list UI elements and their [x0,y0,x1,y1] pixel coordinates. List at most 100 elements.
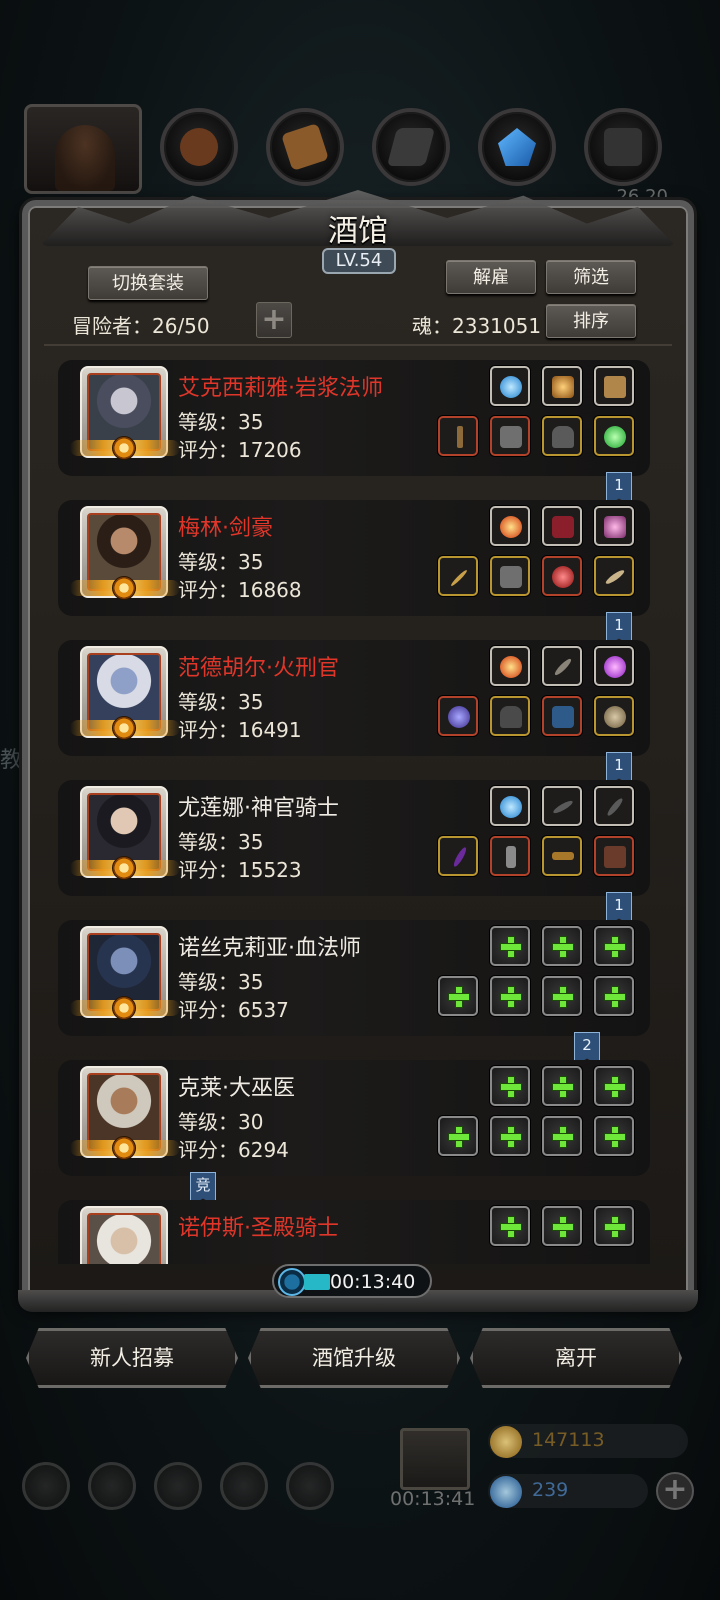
tab-ingots[interactable] [372,108,450,186]
helmet-slot[interactable] [490,696,530,736]
adventurer-count: 冒险者：26/50 [72,314,210,338]
hero-portrait[interactable] [80,1206,168,1264]
add-plus-icon [500,1076,522,1098]
potion-slot[interactable] [490,836,530,876]
hud-settings-icon[interactable] [22,1462,70,1510]
armor-slot[interactable] [490,416,530,456]
iron-block-icon [604,128,642,166]
lantern-slot[interactable] [542,366,582,406]
hero-row[interactable]: 诺伊斯·圣殿骑士 [58,1200,650,1264]
helmet-icon [552,426,574,448]
hud-map-icon[interactable] [286,1462,334,1510]
weapon-slot[interactable] [438,416,478,456]
tab-materials[interactable] [266,108,344,186]
eye-relic-slot[interactable] [542,556,582,596]
blue-orb-icon [500,796,522,818]
fire-orb-slot[interactable] [490,646,530,686]
filter-button[interactable]: 筛选 [546,260,636,294]
vial-icon [506,846,516,868]
empty-slot-add-button[interactable] [542,1116,582,1156]
fire-orb-slot[interactable] [490,506,530,546]
gift-box-icon[interactable] [400,1428,470,1490]
sort-button[interactable]: 排序 [546,304,636,338]
tab-crystals[interactable] [478,108,556,186]
hud-mail-icon[interactable] [220,1462,268,1510]
gauntlet-slot[interactable] [542,506,582,546]
wood-planks-icon [281,123,329,171]
hero-row[interactable]: 克莱·大巫医 等级：30 评分：6294 [58,1060,650,1176]
empty-slot-add-button[interactable] [490,1116,530,1156]
upgrade-tavern-button[interactable]: 酒馆升级 [248,1328,460,1388]
orb-accessory-slot[interactable] [490,366,530,406]
ring-slot[interactable] [594,696,634,736]
hero-list[interactable]: 艾克西莉雅·岩浆法师 等级：35 评分：17206 1 梅林·剑豪 等级：35 … [58,354,658,1264]
lantern-slot[interactable] [594,506,634,546]
add-plus-icon [604,1076,626,1098]
tab-forge[interactable] [160,108,238,186]
crossbow-slot[interactable] [542,786,582,826]
hero-row[interactable]: 诺丝克莉亚·血法师 等级：35 评分：6537 [58,920,650,1036]
scroll-slot[interactable] [594,366,634,406]
recruit-button[interactable]: 新人招募 [26,1328,238,1388]
add-resource-button[interactable]: + [656,1472,694,1510]
empty-slot-add-button[interactable] [490,1206,530,1246]
empty-slot-add-button[interactable] [542,976,582,1016]
panel-title: 酒馆 [328,214,388,249]
empty-slot-add-button[interactable] [542,1066,582,1106]
empty-slot-add-button[interactable] [594,926,634,966]
hero-row[interactable]: 艾克西莉雅·岩浆法师 等级：35 评分：17206 [58,360,650,476]
blue-orb-icon [500,376,522,398]
hero-name: 尤莲娜·神官骑士 [178,796,339,821]
gauntlet-slot[interactable] [542,696,582,736]
hero-row[interactable]: 范德胡尔·火刑官 等级：35 评分：16491 [58,640,650,756]
add-adventurer-slot-button[interactable]: + [256,302,292,338]
weapon-slot[interactable] [438,836,478,876]
bone-relic-slot[interactable] [594,556,634,596]
helmet-slot[interactable] [542,416,582,456]
green-gem-icon [604,426,626,448]
category-tabs: 26 20 [24,104,696,207]
crystal-slot[interactable] [594,646,634,686]
empty-slot-add-button[interactable] [438,1116,478,1156]
belt-icon [552,852,574,860]
orb-accessory-slot[interactable] [490,786,530,826]
hero-score: 评分：16491 [178,718,302,742]
hero-row[interactable]: 梅林·剑豪 等级：35 评分：16868 [58,500,650,616]
weapon-slot[interactable] [438,696,478,736]
belt-slot[interactable] [542,836,582,876]
mace-slot[interactable] [542,646,582,686]
hud-achievement-icon[interactable] [88,1462,136,1510]
dismiss-button[interactable]: 解雇 [446,260,536,294]
empty-slot-add-button[interactable] [594,1066,634,1106]
switch-outfit-button[interactable]: 切换套装 [88,266,208,300]
tab-tavern[interactable] [24,104,142,194]
hero-row[interactable]: 尤莲娜·神官骑士 等级：35 评分：15523 [58,780,650,896]
leave-button[interactable]: 离开 [470,1328,682,1388]
empty-slot-add-button[interactable] [490,1066,530,1106]
empty-slot-add-button[interactable] [438,976,478,1016]
metal-ingot-icon [386,128,436,166]
empty-slot-add-button[interactable] [490,976,530,1016]
rank-emblem-icon [112,436,136,460]
skull-ring-icon [604,706,626,728]
empty-slot-add-button[interactable] [490,926,530,966]
tavern-level-badge: LV.54 [322,248,396,274]
empty-slot-add-button[interactable] [542,1206,582,1246]
armor-slot[interactable] [490,556,530,596]
boots-slot[interactable] [594,836,634,876]
tavern-panel: 酒馆 LV.54 切换套装 解雇 筛选 冒险者：26/50 + 魂：233105… [22,190,694,1304]
add-plus-icon [448,1126,470,1148]
hero-name: 克莱·大巫医 [178,1076,295,1101]
empty-slot-add-button[interactable] [594,976,634,1016]
staff-icon [457,426,463,448]
rank-emblem-icon [112,1136,136,1160]
add-plus-icon [552,1126,574,1148]
empty-slot-add-button[interactable] [594,1116,634,1156]
hud-guild-icon[interactable] [154,1462,202,1510]
empty-slot-add-button[interactable] [594,1206,634,1246]
gem-slot[interactable] [594,416,634,456]
tab-storage[interactable] [584,108,662,186]
weapon-slot[interactable] [438,556,478,596]
empty-slot-add-button[interactable] [542,926,582,966]
bow-slot[interactable] [594,786,634,826]
